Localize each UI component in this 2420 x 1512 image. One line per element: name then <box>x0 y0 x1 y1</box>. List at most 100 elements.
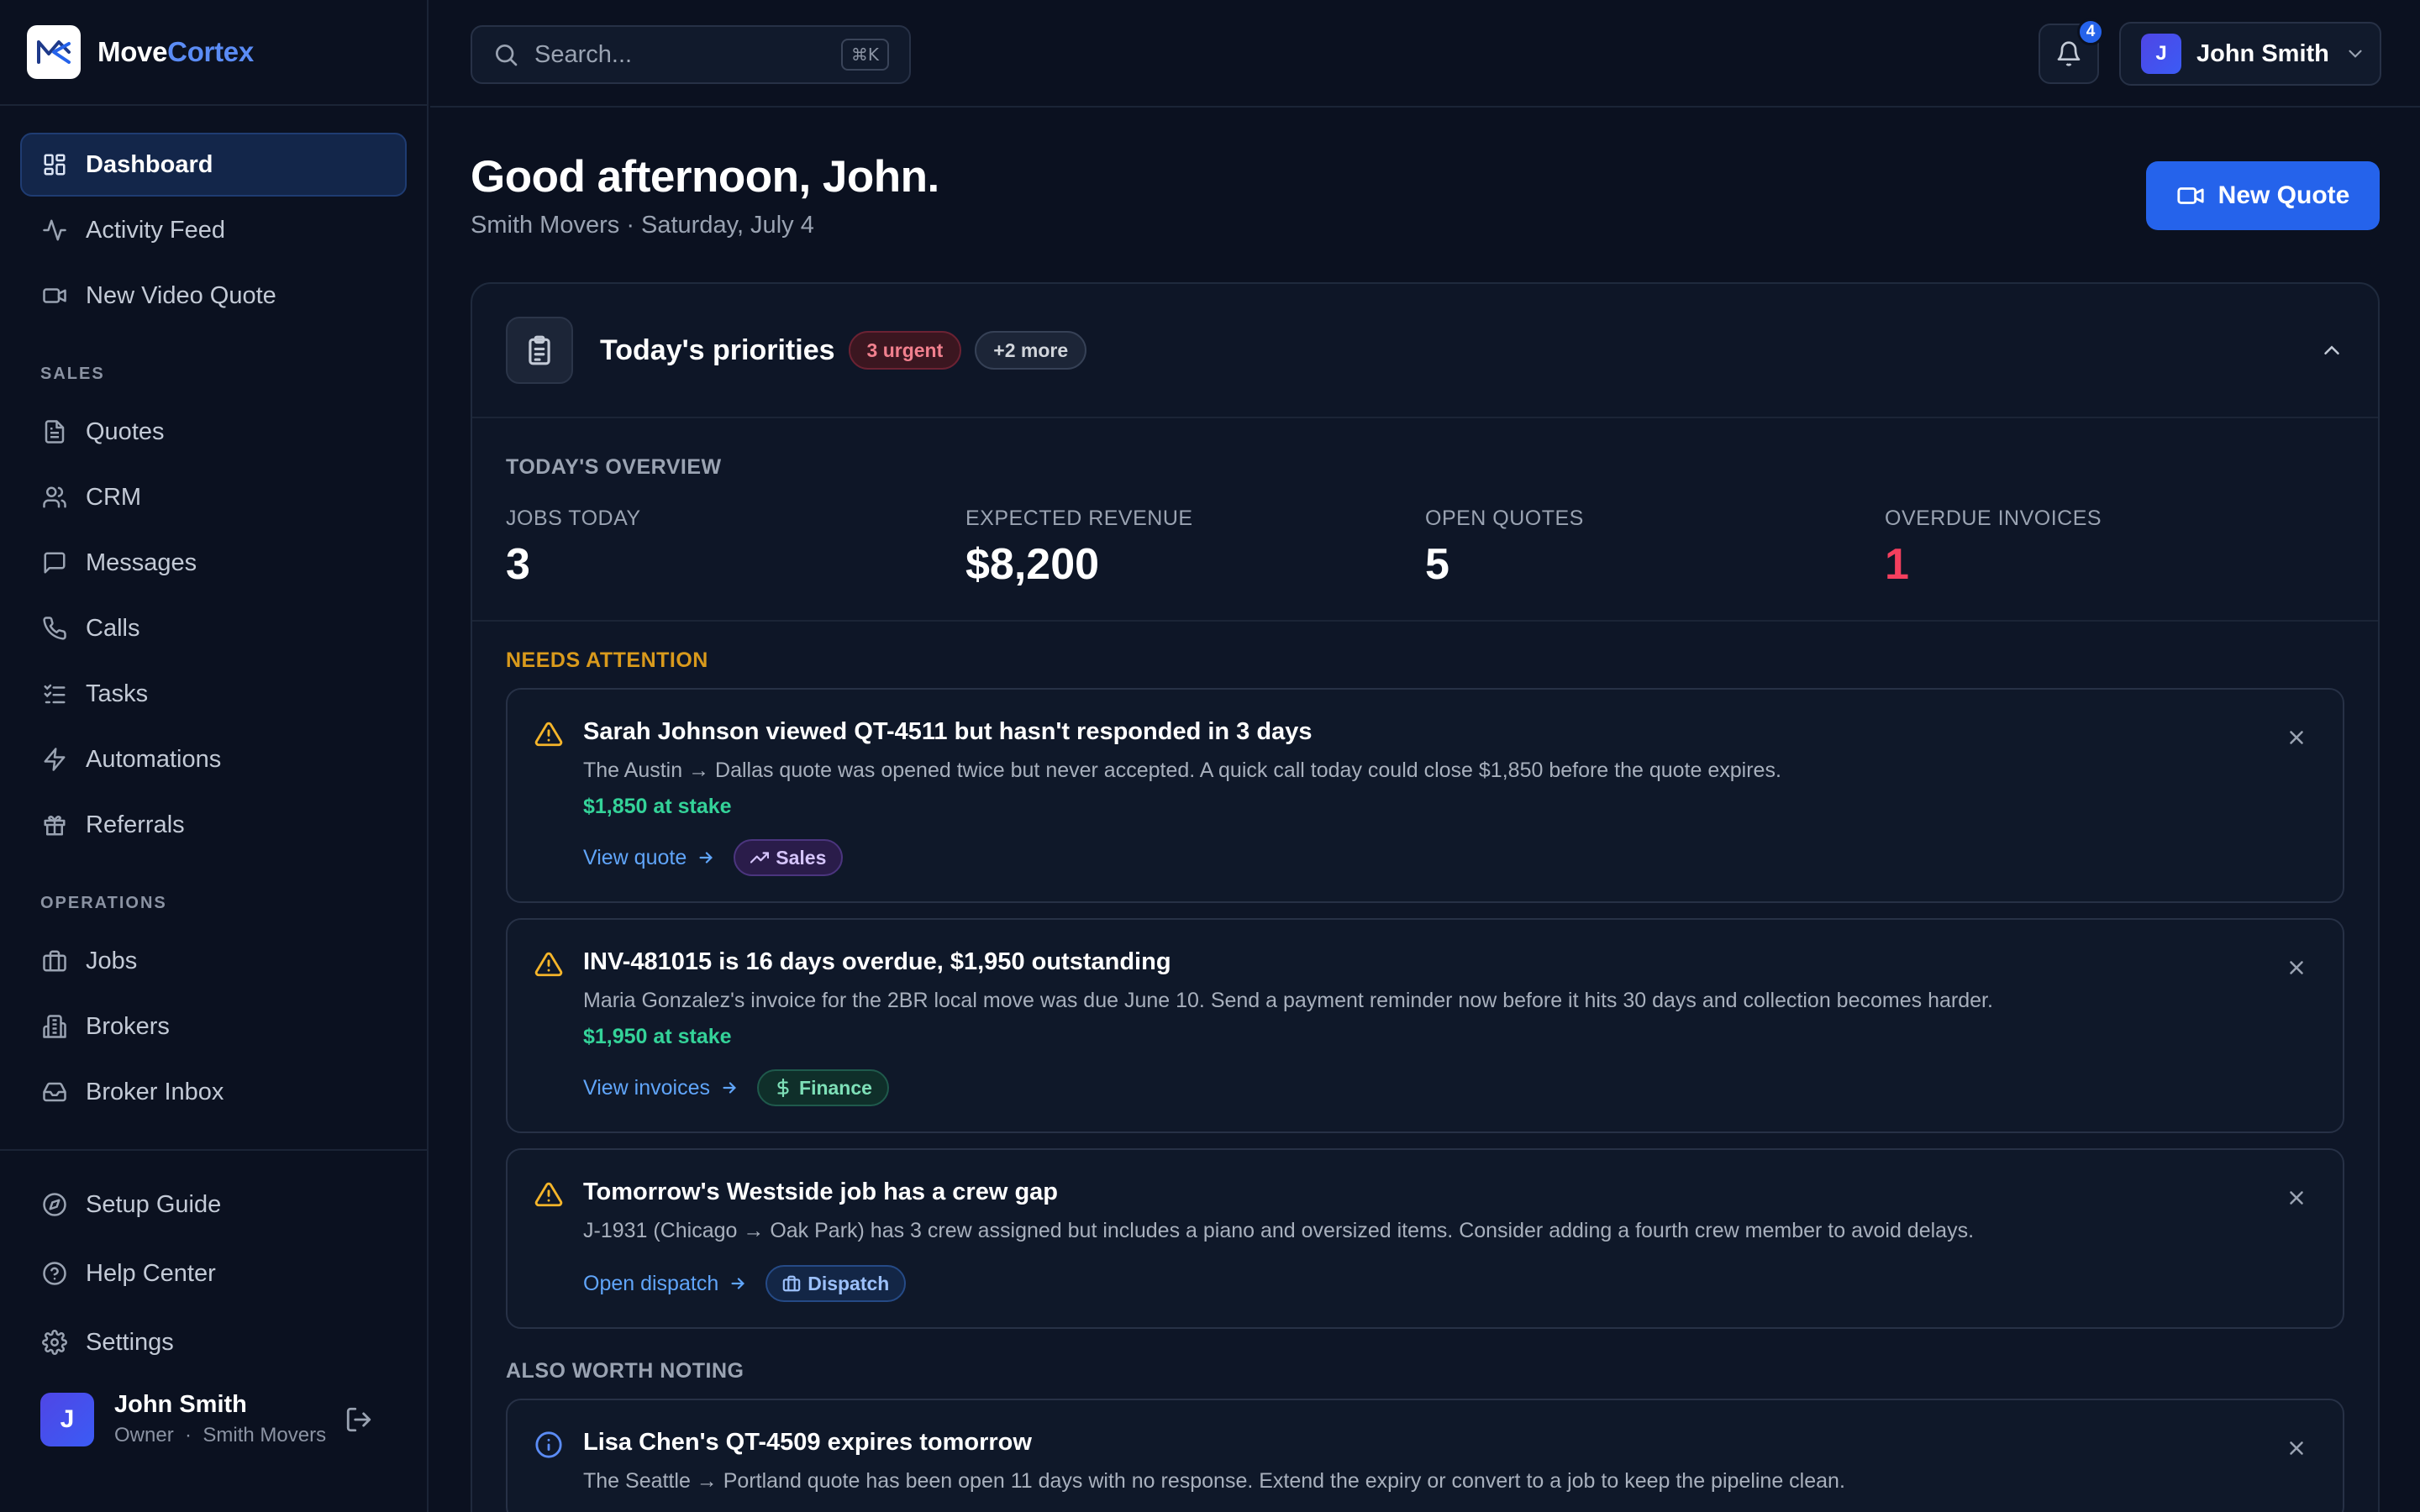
needs-attention-label: NEEDS ATTENTION <box>506 648 708 672</box>
note-description: The Seattle → Portland quote has been op… <box>583 1469 1845 1493</box>
user-menu-name: John Smith <box>2196 39 2329 67</box>
stats-row: JOBS TODAY 3 EXPECTED REVENUE $8,200 OPE… <box>506 507 2344 590</box>
sidebar-item-setup-guide[interactable]: Setup Guide <box>20 1171 407 1238</box>
sidebar-item-label: Messages <box>86 549 197 576</box>
sidebar-item-label: Activity Feed <box>86 216 225 244</box>
info-icon <box>535 1431 562 1458</box>
sidebar-item-label: Jobs <box>86 947 138 974</box>
alert-card: Sarah Johnson viewed QT-4511 but hasn't … <box>506 688 2344 903</box>
user-menu-button[interactable]: J John Smith <box>2119 22 2381 86</box>
needs-attention-section: NEEDS ATTENTION Sarah Johnson viewed QT-… <box>472 622 2378 1512</box>
stat-open-quotes: OPEN QUOTES 5 <box>1425 507 1584 589</box>
also-worth-noting-label: ALSO WORTH NOTING <box>506 1359 744 1383</box>
logout-icon[interactable] <box>345 1405 373 1434</box>
brand[interactable]: MoveCortex <box>0 0 427 106</box>
view-quote-link[interactable]: View quote <box>583 846 715 870</box>
close-icon[interactable] <box>2286 957 2307 979</box>
close-icon[interactable] <box>2286 727 2307 748</box>
building-icon <box>43 1015 66 1038</box>
tag-sales: Sales <box>734 839 844 876</box>
new-quote-button[interactable]: New Quote <box>2146 161 2380 230</box>
sidebar-item-referrals[interactable]: Referrals <box>20 793 407 857</box>
view-invoices-link[interactable]: View invoices <box>583 1076 739 1100</box>
message-icon <box>44 552 66 574</box>
sidebar-item-label: Quotes <box>86 417 165 445</box>
sidebar-item-tasks[interactable]: Tasks <box>20 662 407 726</box>
sidebar-item-settings[interactable]: Settings <box>20 1309 407 1376</box>
sidebar-item-new-video-quote[interactable]: New Video Quote <box>20 264 407 328</box>
stat-overdue-invoices: OVERDUE INVOICES 1 <box>1885 507 2102 589</box>
alert-description: J-1931 (Chicago → Oak Park) has 3 crew a… <box>583 1219 1975 1242</box>
sidebar-item-label: CRM <box>86 483 142 511</box>
search-shortcut: ⌘K <box>840 39 889 71</box>
warning-icon <box>534 722 563 747</box>
sidebar-item-label: Dashboard <box>86 150 213 178</box>
sidebar-item-brokers[interactable]: Brokers <box>20 995 407 1058</box>
arrow-right-icon <box>731 1278 745 1289</box>
tasks-icon <box>44 684 66 704</box>
sidebar-section-operations: OPERATIONS <box>40 894 167 912</box>
sidebar-item-jobs[interactable]: Jobs <box>20 929 407 993</box>
sidebar-user-card: J John Smith Owner · Smith Movers <box>20 1391 407 1447</box>
sidebar-item-quotes[interactable]: Quotes <box>20 400 407 464</box>
avatar: J <box>40 1392 94 1446</box>
sidebar-nav: Dashboard Activity Feed New Video Quote … <box>0 106 427 1124</box>
arrow-right-icon <box>723 1082 736 1094</box>
alert-title: INV-481015 is 16 days overdue, $1,950 ou… <box>583 948 1171 975</box>
alert-card: Tomorrow's Westside job has a crew gap J… <box>506 1148 2344 1329</box>
sidebar-item-automations[interactable]: Automations <box>20 727 407 791</box>
inbox-icon <box>43 1082 66 1102</box>
search-box[interactable]: ⌘K <box>471 25 911 84</box>
page-title: Good afternoon, John. <box>471 152 939 202</box>
briefcase-icon <box>782 1275 801 1292</box>
sidebar-item-messages[interactable]: Messages <box>20 531 407 595</box>
chevron-up-icon[interactable] <box>2319 338 2344 363</box>
help-icon <box>43 1262 66 1285</box>
sidebar-item-calls[interactable]: Calls <box>20 596 407 660</box>
sidebar-item-broker-inbox[interactable]: Broker Inbox <box>20 1060 407 1124</box>
sidebar-item-help-center[interactable]: Help Center <box>20 1240 407 1307</box>
stat-jobs-today: JOBS TODAY 3 <box>506 507 641 589</box>
notifications-button[interactable]: 4 <box>2039 18 2104 84</box>
sidebar-item-label: Brokers <box>86 1012 170 1040</box>
stat-expected-revenue: EXPECTED REVENUE $8,200 <box>965 507 1193 589</box>
users-icon <box>43 486 66 508</box>
sidebar-item-dashboard[interactable]: Dashboard <box>20 133 407 197</box>
video-icon <box>2177 187 2204 204</box>
sidebar-item-label: New Video Quote <box>86 281 276 309</box>
sidebar-section-sales: SALES <box>40 365 105 383</box>
open-dispatch-link[interactable]: Open dispatch <box>583 1272 747 1296</box>
alert-title: Sarah Johnson viewed QT-4511 but hasn't … <box>583 718 1313 745</box>
more-badge[interactable]: +2 more <box>975 331 1087 370</box>
alert-card: INV-481015 is 16 days overdue, $1,950 ou… <box>506 918 2344 1133</box>
avatar: J <box>2141 34 2181 74</box>
sidebar-item-label: Help Center <box>86 1259 216 1287</box>
sidebar: MoveCortex Dashboard Activity Feed New V… <box>0 0 429 1512</box>
dashboard-icon <box>44 154 66 176</box>
sidebar-item-label: Calls <box>86 614 140 642</box>
tag-dispatch: Dispatch <box>765 1265 907 1302</box>
urgent-badge: 3 urgent <box>848 331 962 370</box>
clipboard-icon <box>506 317 573 384</box>
sidebar-item-activity-feed[interactable]: Activity Feed <box>20 198 407 262</box>
brand-logo-icon <box>27 25 81 79</box>
overview-section: TODAY'S OVERVIEW JOBS TODAY 3 EXPECTED R… <box>472 418 2378 622</box>
alert-stake: $1,950 at stake <box>583 1025 732 1048</box>
close-icon[interactable] <box>2286 1187 2307 1209</box>
tag-finance: Finance <box>757 1069 889 1106</box>
sidebar-item-crm[interactable]: CRM <box>20 465 407 529</box>
page-subtitle: Smith Movers · Saturday, July 4 <box>471 212 814 239</box>
search-input[interactable] <box>534 40 820 69</box>
priorities-header[interactable]: Today's priorities 3 urgent +2 more <box>472 284 2378 418</box>
close-icon[interactable] <box>2286 1437 2307 1459</box>
user-role: Owner · Smith Movers <box>114 1424 327 1446</box>
topbar: ⌘K 4 J John Smith <box>430 0 2420 108</box>
brand-name: MoveCortex <box>97 36 254 67</box>
chevron-down-icon <box>2349 50 2362 58</box>
sidebar-item-label: Broker Inbox <box>86 1078 224 1105</box>
notification-count-badge: 4 <box>2077 18 2104 45</box>
sidebar-item-label: Automations <box>86 745 222 773</box>
sidebar-item-label: Settings <box>86 1328 174 1356</box>
sidebar-footer: Setup Guide Help Center Settings J John … <box>0 1149 427 1447</box>
gift-icon <box>44 816 66 836</box>
